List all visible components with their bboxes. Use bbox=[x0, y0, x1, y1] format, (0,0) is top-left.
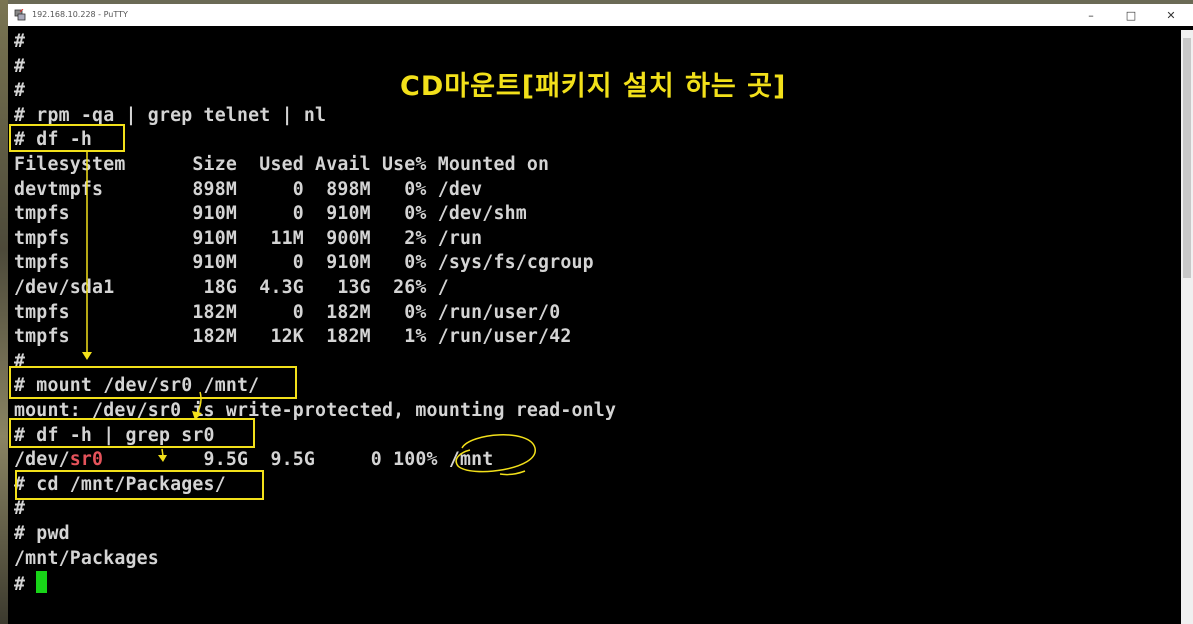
arrow-head-sr0 bbox=[192, 411, 202, 420]
circle-tail bbox=[499, 470, 526, 476]
arrow-head-df bbox=[82, 352, 92, 360]
circle-mnt-annotation bbox=[455, 434, 536, 473]
arrow-line-to-size bbox=[161, 448, 164, 457]
annotation-overlay bbox=[82, 150, 536, 476]
arrow-line-to-sr0 bbox=[196, 391, 202, 415]
arrow-head-size bbox=[158, 455, 167, 462]
